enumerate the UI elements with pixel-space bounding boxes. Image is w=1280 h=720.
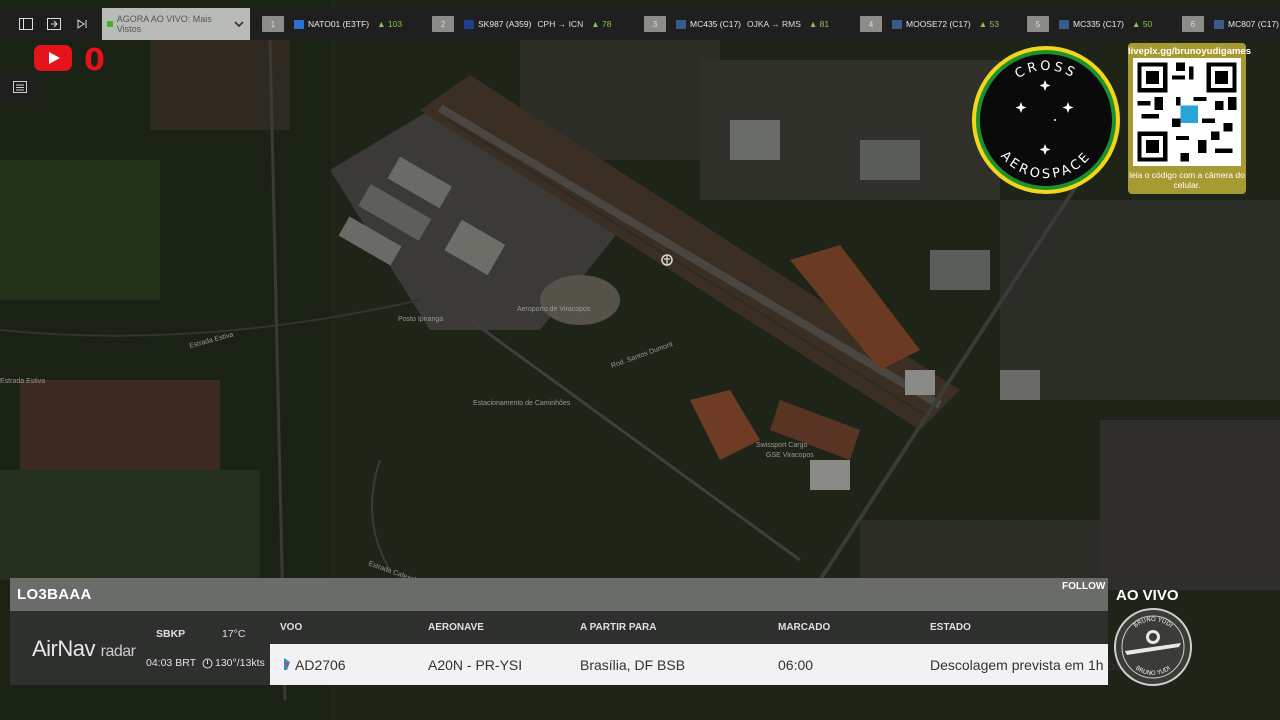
map-label: GSE Viracopos: [766, 452, 814, 459]
flight-altitude: ▲ 81: [808, 19, 830, 29]
flight-panel-header: LO3BAAA FOLLOW: [10, 578, 1108, 611]
flight-altitude-value: 50: [1142, 19, 1153, 29]
flight-altitude-value: 103: [387, 19, 403, 29]
flight-altitude: ▲ 103: [377, 19, 403, 29]
flight-chip[interactable]: 6 MC807 (C17): [1182, 8, 1279, 40]
flight-altitude: ▲ 50: [1132, 19, 1153, 29]
flight-route: OJKA → RMS: [747, 19, 801, 29]
map-label: Aeroporto de Viracopos: [517, 306, 591, 313]
map-label: Estacionamento de Caminhões: [473, 400, 571, 407]
airport-code: SBKP: [156, 628, 186, 640]
airline-logo-icon: [676, 19, 686, 29]
qr-caption: leia o código com a câmera do celular.: [1129, 170, 1245, 190]
wind-info: 130°/13kts: [202, 657, 265, 669]
col-header-estado: ESTADO: [930, 622, 971, 633]
scheduled-time: 06:00: [778, 657, 814, 673]
map-label: Posto Ipiranga: [398, 316, 443, 323]
list-button[interactable]: [0, 72, 40, 102]
flight-chip[interactable]: 2 SK987 (A359) CPH → ICN ▲ 78: [432, 8, 611, 40]
stream-overlay: Estrada Estiva Estrada Estiva Posto Ipir…: [0, 0, 1280, 720]
aircraft-type: A20N - PR-YSI: [428, 657, 523, 673]
chevron-down-icon: [234, 20, 244, 27]
flight-altitude: ▲ 78: [591, 19, 612, 29]
next-button[interactable]: [68, 8, 96, 40]
live-select-label: AGORA AO VIVO: Mais Vistos: [116, 14, 212, 34]
flight-number: AD2706: [295, 657, 346, 673]
airline-logo-icon: [892, 19, 902, 29]
sidebar-toggle-button[interactable]: [12, 8, 40, 40]
cross-aerospace-logo: CROSS AEROSPACE: [972, 46, 1120, 194]
follow-button[interactable]: FOLLOW: [1062, 581, 1105, 592]
col-header-voo: VOO: [280, 622, 303, 633]
flight-code: SK987 (A359): [478, 19, 532, 29]
flight-rank: 5: [1027, 16, 1049, 32]
flight-status: Descolagem prevista em 1h 56m: [930, 657, 1135, 673]
flight-rank: 6: [1182, 16, 1204, 32]
flight-panel-body: AirNav radar SBKP 17°C 04:03 BRT 130°/13…: [10, 611, 1135, 685]
brand-light: radar: [100, 643, 136, 660]
brand-bold: AirNav: [32, 636, 96, 661]
flight-altitude-value: 81: [819, 19, 830, 29]
airline-logo-icon: [1059, 19, 1069, 29]
wind-icon: [202, 658, 213, 668]
live-select-dropdown[interactable]: AGORA AO VIVO: Mais Vistos: [102, 8, 250, 40]
flight-chip[interactable]: 1 NATO01 (E3TF) ▲ 103: [262, 8, 402, 40]
flight-rank: 1: [262, 16, 284, 32]
flight-code: MC807 (C17): [1228, 19, 1280, 29]
flight-rank: 3: [644, 16, 666, 32]
qr-code-card[interactable]: liveplx.gg/brunoyudigames leia o código …: [1128, 43, 1251, 194]
flight-code: MC335 (C17): [1073, 19, 1125, 29]
live-dot-icon: [107, 21, 113, 27]
flight-altitude: ▲ 53: [978, 19, 999, 29]
flight-chip[interactable]: 5 MC335 (C17) ▲ 50: [1027, 8, 1152, 40]
expand-button[interactable]: [40, 8, 68, 40]
destination: Brasília, DF BSB: [580, 657, 686, 673]
col-header-aeronave: AERONAVE: [428, 622, 484, 633]
flight-code: NATO01 (E3TF): [308, 19, 370, 29]
flight-code: MOOSE72 (C17): [906, 19, 971, 29]
flight-altitude-value: 78: [602, 19, 612, 29]
local-time: 04:03 BRT: [146, 657, 197, 669]
airline-logo-icon: [464, 19, 474, 29]
aircraft-registration: LO3BAAA: [17, 586, 92, 603]
skip-next-icon: [77, 19, 87, 29]
airline-logo-icon: [294, 19, 304, 29]
wind-value: 130°/13kts: [215, 657, 265, 669]
qr-url: liveplx.gg/brunoyudigames: [1128, 46, 1251, 57]
qr-code-icon: [1133, 58, 1241, 166]
expand-icon: [47, 18, 61, 30]
flight-rank: 2: [432, 16, 454, 32]
col-header-marcado: MARCADO: [778, 622, 831, 633]
airline-tail-icon: [284, 658, 290, 670]
airnav-logo: AirNav radar: [32, 636, 136, 662]
youtube-counter: 0: [84, 43, 105, 78]
col-header-partir: A PARTIR PARA: [580, 622, 657, 633]
top-bar: AGORA AO VIVO: Mais Vistos 1 NATO01 (E3T…: [0, 8, 1280, 40]
flight-rank: 4: [860, 16, 882, 32]
flight-row[interactable]: AD2706 A20N - PR-YSI Brasília, DF BSB 06…: [270, 644, 1135, 685]
live-label: AO VIVO: [1116, 587, 1179, 604]
flight-code: MC435 (C17): [690, 19, 742, 29]
youtube-icon[interactable]: [34, 45, 72, 71]
map-label: Swissport Cargo: [756, 442, 807, 449]
flight-altitude-value: 53: [989, 19, 999, 29]
list-icon: [13, 81, 27, 93]
flight-chip[interactable]: 3 MC435 (C17) OJKA → RMS ▲ 81: [644, 8, 829, 40]
airline-logo-icon: [1214, 19, 1224, 29]
flight-route: CPH → ICN: [537, 19, 584, 29]
panel-left-icon: [19, 18, 33, 30]
channel-badge-logo: BRUNO YUDI BRUNO YUDI: [1114, 608, 1192, 686]
temperature: 17°C: [222, 628, 246, 640]
map-label: Estrada Estiva: [0, 378, 45, 385]
flight-chip[interactable]: 4 MOOSE72 (C17) ▲ 53: [860, 8, 999, 40]
